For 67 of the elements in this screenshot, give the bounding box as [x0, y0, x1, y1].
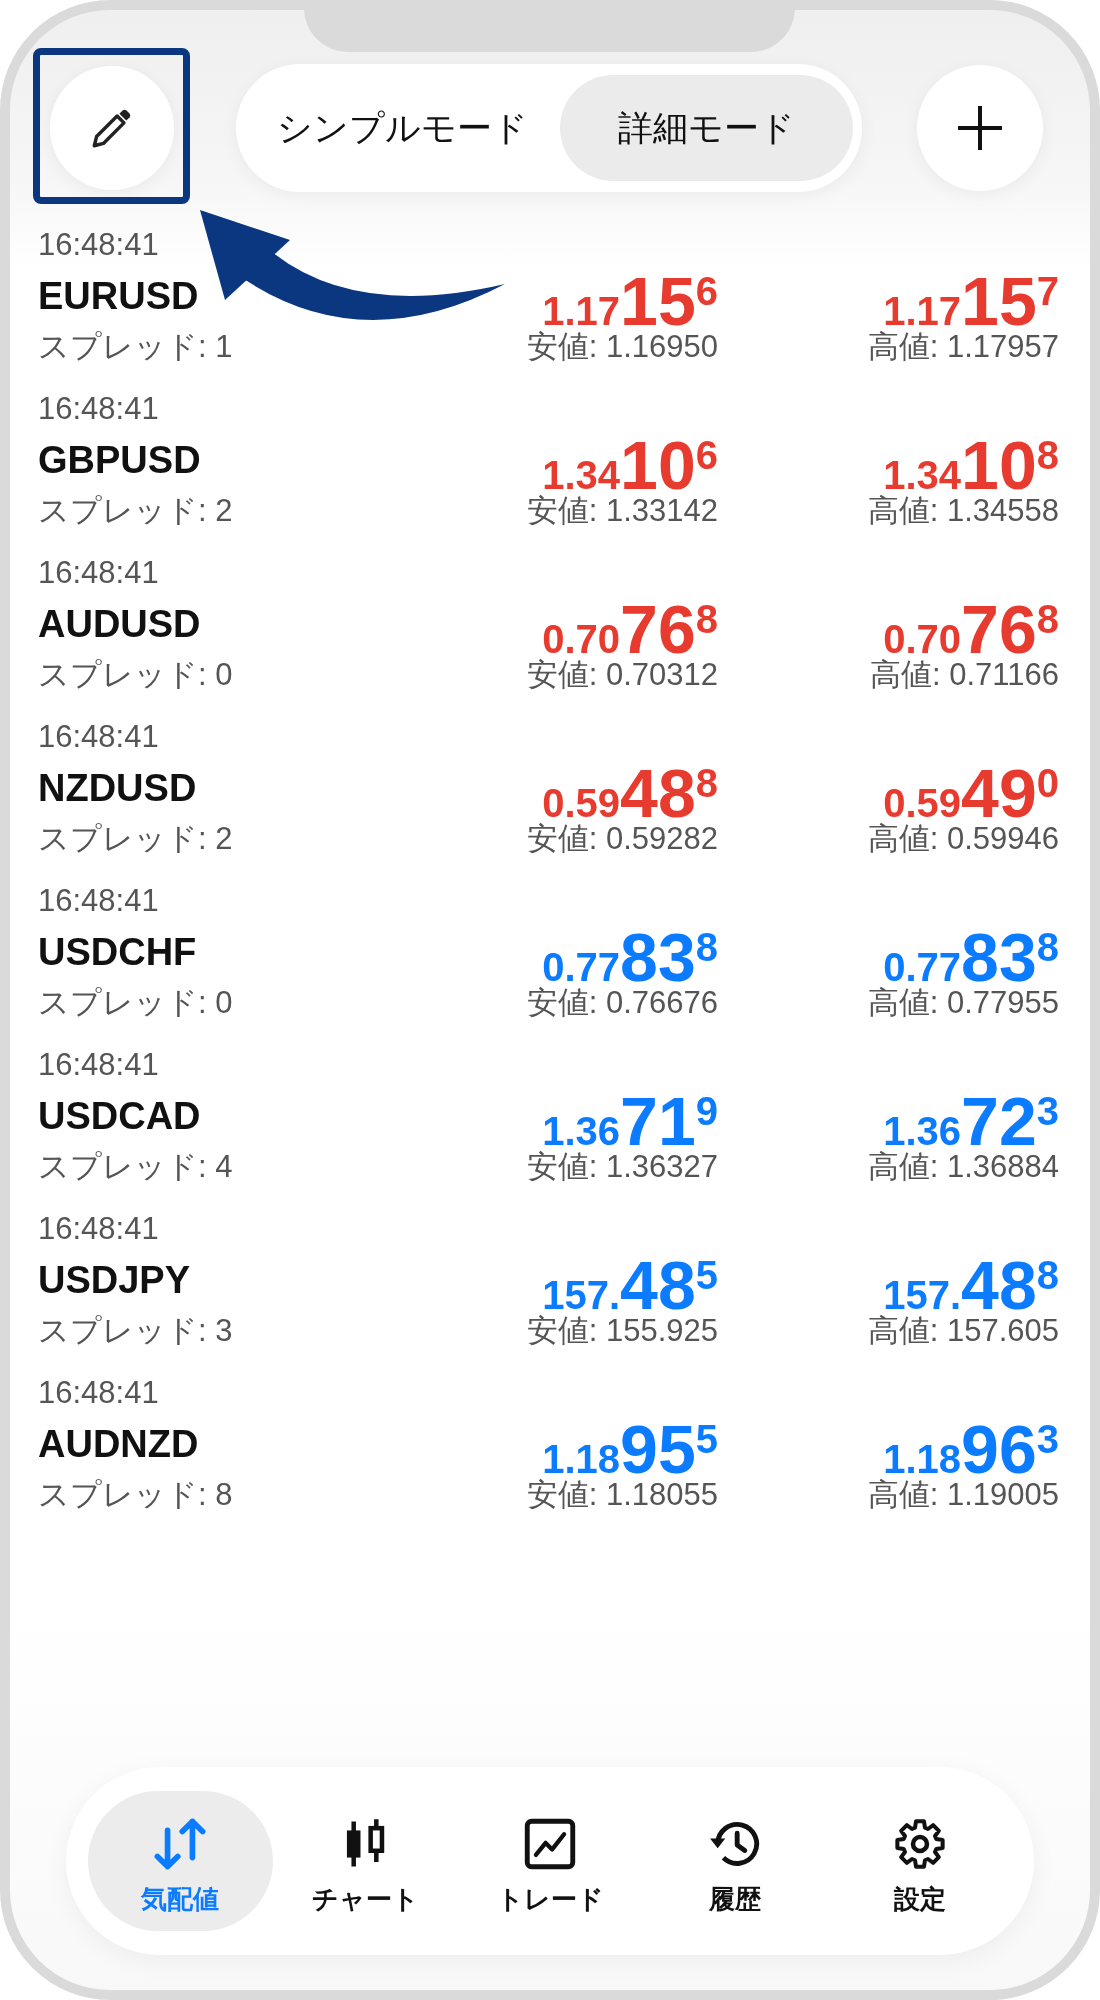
mode-tab[interactable]: シンプルモード: [245, 75, 560, 181]
symbol-name: NZDUSD: [38, 766, 197, 811]
symbol-name: USDCAD: [38, 1094, 201, 1139]
high-price: 高値: 0.71166: [870, 660, 1059, 690]
symbol-name: EURUSD: [38, 274, 199, 319]
ask-price: 1.3410$^{8}$: [883, 434, 1059, 496]
low-price: 安値: 1.33142: [526, 496, 718, 526]
bid-price: 1.3410$^{6}$: [542, 434, 718, 496]
low-price: 安値: 1.18055: [526, 1480, 718, 1510]
quote-time: 16:48:41: [38, 226, 159, 264]
settings-icon: [894, 1818, 946, 1870]
nav-tab[interactable]: 履歴: [642, 1791, 828, 1931]
high-price: 高値: 1.36884: [867, 1152, 1059, 1182]
symbol-name: AUDUSD: [38, 602, 201, 647]
nav-tab[interactable]: 設定: [827, 1791, 1013, 1931]
symbol-name: GBPUSD: [38, 438, 201, 483]
high-price: 高値: 1.34558: [867, 496, 1059, 526]
ask-price: 1.1896$^{3}$: [883, 1418, 1059, 1480]
quote-time: 16:48:41: [38, 1374, 159, 1412]
bid-price: 0.5948$^{8}$: [542, 762, 718, 824]
low-price: 安値: 0.59282: [526, 824, 718, 854]
bid-price: 0.7783$^{8}$: [542, 926, 718, 988]
plus-icon: [958, 106, 1002, 150]
low-price: 安値: 1.36327: [526, 1152, 718, 1182]
spread-value: スプレッド: 2: [38, 820, 233, 858]
nav-tab[interactable]: チャート: [272, 1791, 458, 1931]
high-price: 高値: 0.59946: [867, 824, 1059, 854]
low-price: 安値: 0.76676: [526, 988, 718, 1018]
ask-price: 157.48$^{8}$: [883, 1254, 1059, 1316]
bid-price: 1.1895$^{5}$: [542, 1418, 718, 1480]
low-price: 安値: 155.925: [526, 1316, 718, 1346]
high-price: 高値: 157.605: [867, 1316, 1059, 1346]
quote-time: 16:48:41: [38, 1210, 159, 1248]
symbol-name: USDJPY: [38, 1258, 191, 1303]
bid-price: 0.7076$^{8}$: [542, 598, 718, 660]
low-price: 安値: 1.16950: [526, 332, 718, 362]
spread-value: スプレッド: 3: [38, 1312, 233, 1350]
bid-price: 1.1715$^{6}$: [542, 270, 718, 332]
symbol-name: AUDNZD: [38, 1422, 199, 1467]
spread-value: スプレッド: 8: [38, 1476, 233, 1514]
bid-price: 157.48$^{5}$: [542, 1254, 718, 1316]
quote-time: 16:48:41: [38, 390, 159, 428]
nav-tab[interactable]: トレード: [457, 1791, 643, 1931]
ask-price: 1.1715$^{7}$: [883, 270, 1059, 332]
spread-value: スプレッド: 0: [38, 984, 233, 1022]
pencil-icon: [92, 108, 132, 148]
ask-price: 0.5949$^{0}$: [883, 762, 1059, 824]
low-price: 安値: 0.70312: [526, 660, 718, 690]
high-price: 高値: 1.17957: [867, 332, 1059, 362]
ask-price: 0.7783$^{8}$: [883, 926, 1059, 988]
high-price: 高値: 1.19005: [867, 1480, 1059, 1510]
spread-value: スプレッド: 0: [38, 656, 233, 694]
spread-value: スプレッド: 1: [38, 328, 233, 366]
ask-price: 0.7076$^{8}$: [883, 598, 1059, 660]
symbol-name: USDCHF: [38, 930, 197, 975]
quote-time: 16:48:41: [38, 554, 159, 592]
quote-time: 16:48:41: [38, 1046, 159, 1084]
spread-value: スプレッド: 2: [38, 492, 233, 530]
bid-price: 1.3671$^{9}$: [542, 1090, 718, 1152]
quote-time: 16:48:41: [38, 718, 159, 756]
up-down-arrows-icon: [154, 1818, 206, 1870]
line-chart-icon: [524, 1818, 576, 1870]
ask-price: 1.3672$^{3}$: [883, 1090, 1059, 1152]
high-price: 高値: 0.77955: [867, 988, 1059, 1018]
quote-time: 16:48:41: [38, 882, 159, 920]
mode-tab[interactable]: 詳細モード: [560, 75, 853, 181]
spread-value: スプレッド: 4: [38, 1148, 233, 1186]
